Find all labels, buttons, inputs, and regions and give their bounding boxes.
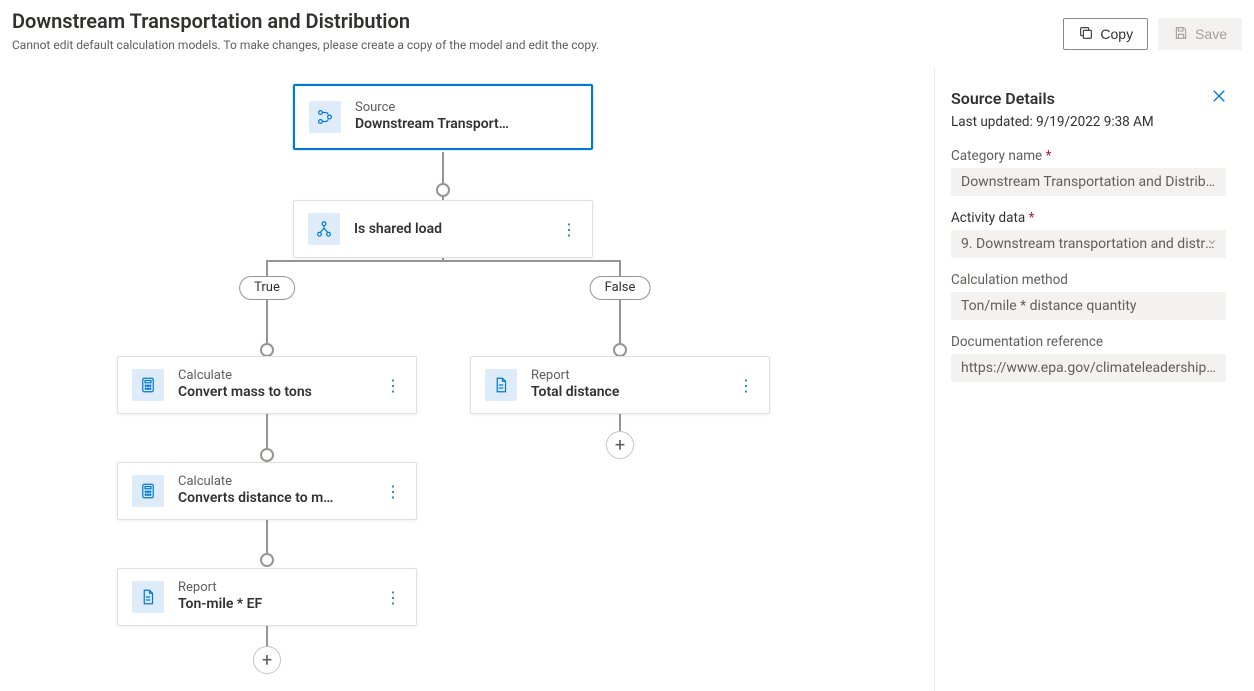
field-label-category: Category name * xyxy=(951,148,1226,164)
panel-updated-text: Last updated: 9/19/2022 9:38 AM xyxy=(951,114,1226,130)
connector-line xyxy=(266,260,268,350)
copy-button[interactable]: Copy xyxy=(1063,18,1148,50)
copy-button-label: Copy xyxy=(1100,26,1133,42)
node-source[interactable]: Source Downstream Transport… xyxy=(293,84,593,150)
branch-label-true: True xyxy=(239,276,295,300)
close-icon xyxy=(1210,93,1228,109)
node-calculate[interactable]: Calculate Converts distance to m… ⋮ xyxy=(117,462,417,520)
node-type-label: Report xyxy=(178,581,370,595)
details-panel: Source Details Last updated: 9/19/2022 9… xyxy=(934,67,1242,691)
node-menu-button[interactable]: ⋮ xyxy=(384,376,402,395)
field-value-method: Ton/mile * distance quantity xyxy=(951,292,1226,320)
save-button: Save xyxy=(1158,18,1242,50)
condition-icon xyxy=(308,213,340,245)
connector-dot xyxy=(260,343,274,357)
field-label-activity: Activity data * xyxy=(951,210,1226,226)
node-title: Downstream Transport… xyxy=(355,116,577,133)
document-icon xyxy=(485,369,517,401)
connector-dot xyxy=(436,183,450,197)
page-title: Downstream Transportation and Distributi… xyxy=(12,8,1242,34)
field-value-doc: https://www.epa.gov/climateleadership/sc… xyxy=(951,354,1226,382)
connector-dot xyxy=(613,343,627,357)
add-node-button[interactable]: + xyxy=(606,431,634,459)
add-node-button[interactable]: + xyxy=(253,646,281,674)
node-type-label: Source xyxy=(355,101,577,115)
field-label-method: Calculation method xyxy=(951,272,1226,288)
node-report[interactable]: Report Total distance ⋮ xyxy=(470,356,770,414)
node-menu-button[interactable]: ⋮ xyxy=(560,220,578,239)
field-label-doc: Documentation reference xyxy=(951,334,1226,350)
node-title: Total distance xyxy=(531,384,723,401)
node-condition[interactable]: Is shared load ⋮ xyxy=(293,200,593,258)
node-calculate[interactable]: Calculate Convert mass to tons ⋮ xyxy=(117,356,417,414)
node-menu-button[interactable]: ⋮ xyxy=(384,482,402,501)
node-type-label: Calculate xyxy=(178,369,370,383)
node-menu-button[interactable]: ⋮ xyxy=(384,588,402,607)
node-type-label: Calculate xyxy=(178,475,370,489)
connector-line xyxy=(619,260,621,350)
node-title: Converts distance to m… xyxy=(178,490,370,507)
field-value-category: Downstream Transportation and Distributi… xyxy=(951,168,1226,196)
calculator-icon xyxy=(132,475,164,507)
node-title: Convert mass to tons xyxy=(178,384,370,401)
save-button-label: Save xyxy=(1195,26,1227,42)
close-button[interactable] xyxy=(1210,87,1228,109)
node-title: Is shared load xyxy=(354,221,546,238)
calculator-icon xyxy=(132,369,164,401)
document-icon xyxy=(132,581,164,613)
connector-dot xyxy=(260,553,274,567)
panel-title: Source Details xyxy=(951,89,1226,108)
node-title: Ton-mile * EF xyxy=(178,596,370,613)
branch-icon xyxy=(309,101,341,133)
chevron-down-icon xyxy=(1206,236,1218,252)
node-type-label: Report xyxy=(531,369,723,383)
page-description: Cannot edit default calculation models. … xyxy=(12,38,1242,52)
save-icon xyxy=(1173,25,1189,44)
branch-label-false: False xyxy=(590,276,651,300)
copy-icon xyxy=(1078,25,1094,44)
connector-dot xyxy=(260,448,274,462)
field-value-activity[interactable]: 9. Downstream transportation and distri… xyxy=(951,230,1226,258)
node-report[interactable]: Report Ton-mile * EF ⋮ xyxy=(117,568,417,626)
connector-line xyxy=(266,260,620,262)
node-menu-button[interactable]: ⋮ xyxy=(737,376,755,395)
